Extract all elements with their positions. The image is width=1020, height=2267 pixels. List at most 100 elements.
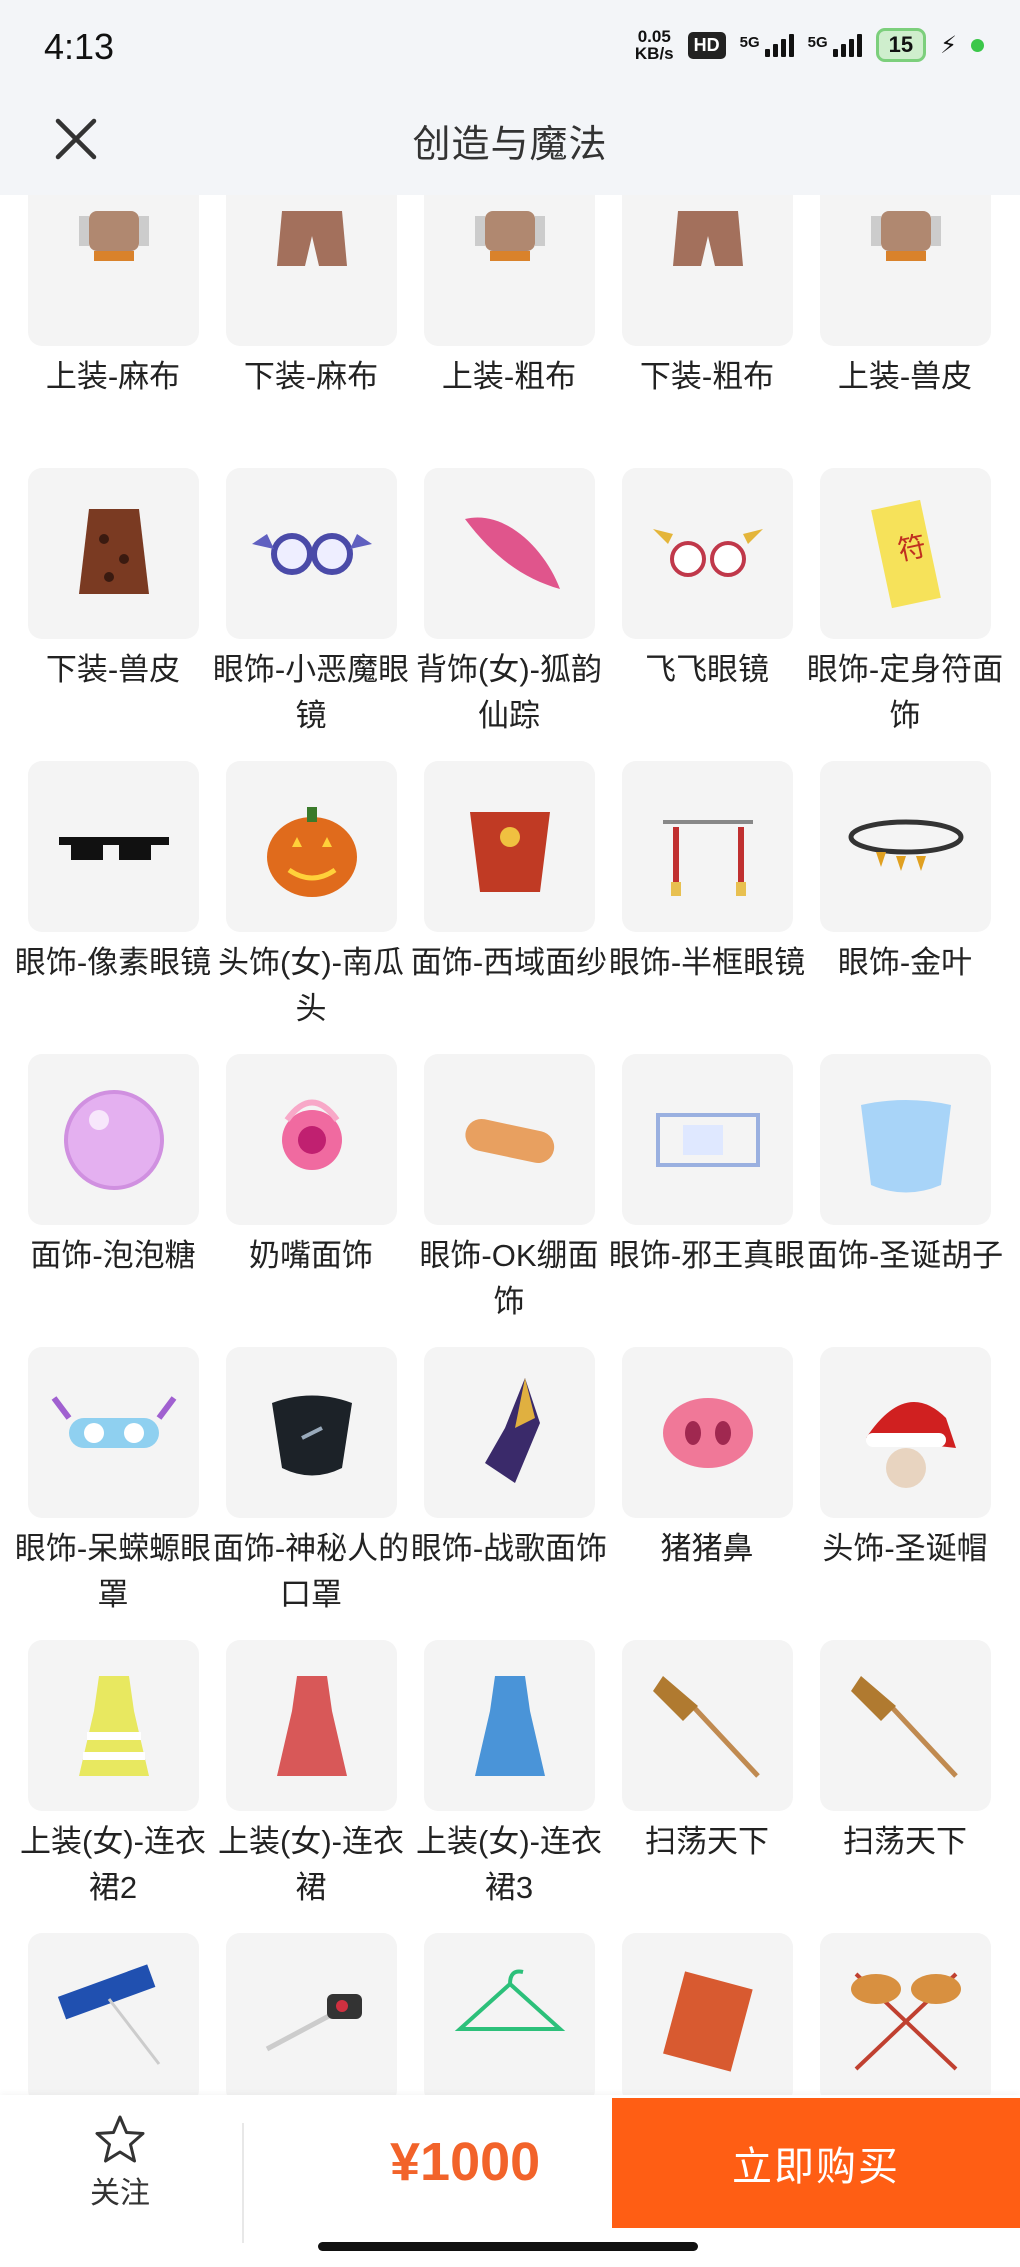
hanger-icon (454, 1969, 565, 2031)
dress-yellow-icon (78, 1675, 149, 1776)
crossed-dusters-icon (850, 1972, 961, 2070)
shop-item[interactable]: 手持霹雳充能要求法器 (226, 1933, 397, 2095)
item-name: 扫荡天下 (843, 1824, 967, 1859)
shop-item[interactable]: 面饰-泡泡糖 (28, 1054, 199, 1347)
item-thumbnail (28, 195, 199, 346)
signal-icon: 5G (739, 33, 794, 57)
item-thumbnail (820, 1054, 991, 1225)
bat-glasses-icon (251, 532, 372, 575)
item-thumbnail (424, 468, 595, 639)
item-name: 面饰-圣诞胡子 (806, 1238, 1004, 1273)
shop-item[interactable]: 面饰-神秘人的口罩 (213, 1347, 409, 1640)
shop-item[interactable]: 符眼饰-定身符面饰 (807, 468, 1003, 761)
shop-item[interactable]: 上装-粗布 (424, 195, 595, 468)
shop-item[interactable]: 猪猪鼻 (622, 1347, 793, 1640)
item-thumbnail (622, 468, 793, 639)
shop-item[interactable]: 眼饰-OK绷面饰 (419, 1054, 599, 1347)
header: 创造与魔法 (0, 95, 1020, 195)
item-name: 眼饰-半框眼镜 (608, 945, 806, 980)
shop-item[interactable]: 扫荡天下 (622, 1640, 793, 1933)
item-name: 上装(女)-连衣裙3 (416, 1824, 602, 1905)
favorite-label: 关注 (90, 2177, 150, 2210)
brick-icon (662, 1970, 753, 2072)
broom-icon (652, 1675, 760, 1778)
shop-item[interactable]: 降维打击 (820, 1933, 991, 2095)
pixel-glasses-icon (58, 836, 169, 860)
item-name: 面饰-神秘人的口罩 (212, 1531, 410, 1612)
signal-label: 5G (807, 33, 828, 51)
shop-item[interactable]: 上装-兽皮 (820, 195, 991, 468)
shop-item[interactable]: 眼饰-呆蝾螈眼罩 (15, 1347, 211, 1640)
item-thumbnail (226, 1347, 397, 1518)
item-thumbnail (820, 1640, 991, 1811)
fox-tail-icon (464, 516, 560, 589)
shop-item[interactable]: 背饰(女)-狐韵仙踪 (416, 468, 602, 761)
item-thumbnail (820, 195, 991, 346)
item-grid-scroll[interactable]: 上装-麻布 下装-麻布 上装-粗布 下装-粗布 上装-兽皮下装-兽皮 眼饰-小恶魔眼镜 背饰… (0, 195, 1020, 2095)
item-name: 上装(女)-连衣裙2 (20, 1824, 206, 1905)
shop-item[interactable]: 眼饰-半框眼镜 (609, 761, 805, 1054)
shop-item[interactable]: 上装-麻布 (28, 195, 199, 468)
item-thumbnail (622, 761, 793, 932)
axolotl-mask-icon (51, 1395, 176, 1448)
talisman-icon: 符 (870, 499, 941, 608)
favorite-button[interactable]: 关注 (50, 2113, 190, 2212)
item-thumbnail (424, 1933, 595, 2095)
shop-item[interactable]: 奶嘴面饰 (226, 1054, 397, 1347)
shop-item[interactable]: 眼饰-像素眼镜 (15, 761, 211, 1054)
item-thumbnail (28, 1640, 199, 1811)
item-name: 下装-麻布 (243, 359, 379, 394)
item-thumbnail (226, 1640, 397, 1811)
warsong-mask-icon (484, 1377, 540, 1483)
item-thumbnail (424, 761, 595, 932)
item-name: 飞飞眼镜 (645, 652, 769, 687)
shop-item[interactable]: 上装(女)-连衣裙 (218, 1640, 404, 1933)
pumpkin-icon (266, 806, 357, 897)
shop-item[interactable]: 面饰-圣诞胡子 (807, 1054, 1003, 1347)
signal-icon: 5G (807, 33, 862, 57)
item-thumbnail (226, 1933, 397, 2095)
item-thumbnail (820, 761, 991, 932)
shop-item[interactable]: 眼饰-小恶魔眼镜 (213, 468, 409, 761)
buy-now-button[interactable]: 立即购买 (612, 2098, 1020, 2228)
charging-icon: ⚡ (940, 31, 957, 59)
item-name: 面饰-西域面纱 (410, 945, 608, 980)
shop-item[interactable]: 眼饰-金叶 (820, 761, 991, 1054)
santa-beard-icon (860, 1099, 951, 1192)
shop-item[interactable]: 下装-麻布 (226, 195, 397, 468)
item-thumbnail (820, 1933, 991, 2095)
item-thumbnail (424, 1347, 595, 1518)
shop-item[interactable]: 眼饰-邪王真眼 (609, 1054, 805, 1347)
shop-item[interactable]: 一击即倒 (622, 1933, 793, 2095)
item-thumbnail (424, 1054, 595, 1225)
item-name: 下装-粗布 (639, 359, 775, 394)
shop-item[interactable]: 飞飞眼镜 (622, 468, 793, 761)
item-name: 上装-麻布 (45, 359, 181, 394)
shop-item[interactable]: 头饰-圣诞帽 (820, 1347, 991, 1640)
item-thumbnail (226, 761, 397, 932)
shop-item[interactable]: 扫荡天下 (820, 1640, 991, 1933)
pacifier-icon (281, 1099, 342, 1170)
veil-icon (469, 811, 550, 892)
net-speed-value: 0.05 (637, 27, 671, 46)
item-thumbnail (226, 1054, 397, 1225)
item-thumbnail (28, 1054, 199, 1225)
home-indicator[interactable] (318, 2242, 698, 2251)
shop-item[interactable]: 破灭人设 (424, 1933, 595, 2095)
shop-item[interactable]: 上装(女)-连衣裙2 (20, 1640, 206, 1933)
item-thumbnail (28, 1933, 199, 2095)
shop-item[interactable]: 指点江山 (28, 1933, 199, 2095)
dress-red-icon (276, 1675, 347, 1776)
shop-item[interactable]: 面饰-西域面纱 (411, 761, 607, 1054)
shop-item[interactable]: 下装-兽皮 (28, 468, 199, 761)
item-name: 眼饰-定身符面饰 (806, 652, 1004, 733)
item-name: 眼饰-像素眼镜 (14, 945, 212, 980)
shop-item[interactable]: 头饰(女)-南瓜头 (218, 761, 404, 1054)
shop-item[interactable]: 眼饰-战歌面饰 (411, 1347, 607, 1640)
shop-item[interactable]: 上装(女)-连衣裙3 (416, 1640, 602, 1933)
signal-label: 5G (739, 33, 760, 51)
shop-item[interactable]: 下装-粗布 (622, 195, 793, 468)
item-thumbnail (622, 1640, 793, 1811)
item-thumbnail (424, 195, 595, 346)
item-name: 眼饰-邪王真眼 (608, 1238, 806, 1273)
